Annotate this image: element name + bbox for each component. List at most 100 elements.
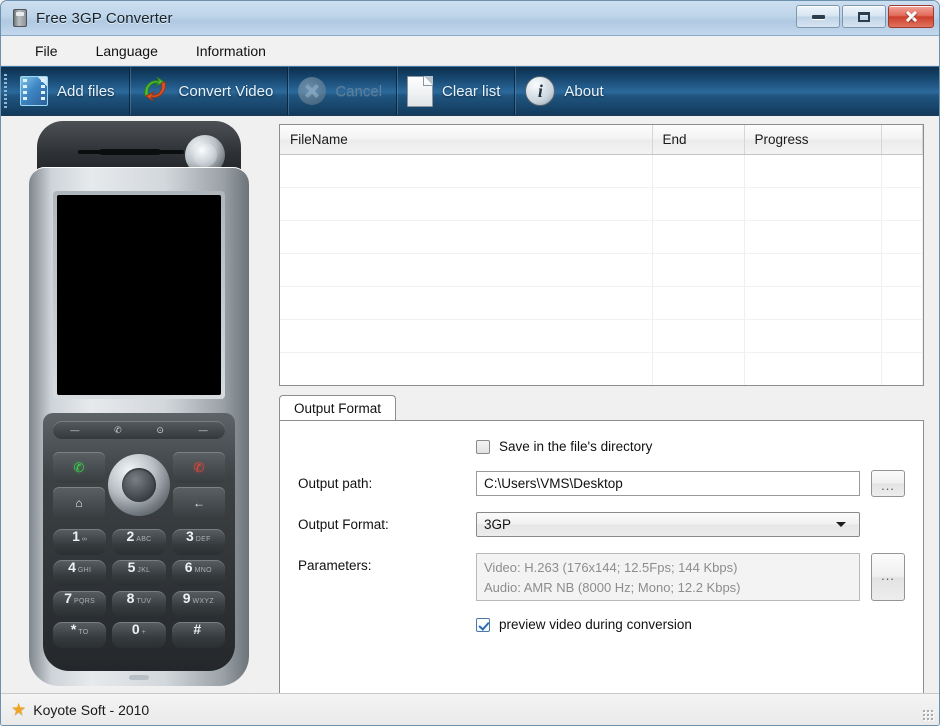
output-format-row: Output Format: 3GP [298,512,860,537]
output-path-input[interactable]: C:\Users\VMS\Desktop [476,471,860,496]
clear-list-button[interactable]: Clear list [397,67,516,115]
star-icon: ★ [11,700,27,719]
preview-video-checkbox[interactable] [476,617,490,632]
call-key: ✆ [53,452,105,483]
num-key: 4 GHI [53,560,107,586]
status-bar: ★ Koyote Soft - 2010 [1,693,939,725]
toolbar: Add files Convert Video Cancel Clear lis… [1,66,939,116]
num-key: 0 + [112,622,166,648]
file-list-body [280,154,923,387]
num-key: 9 WXYZ [171,591,225,617]
chevron-down-icon [836,521,846,527]
menu-bar: File Language Information [1,36,939,66]
maximize-icon [858,11,870,22]
menu-item-file[interactable]: File [21,40,72,62]
output-path-label: Output path: [298,476,373,491]
phone-speaker [99,149,161,155]
file-list[interactable]: FileName End Progress [279,124,924,386]
info-circle-icon: i [525,76,556,106]
blank-page-icon [407,75,434,107]
save-in-file-directory-row: Save in the file's directory [476,421,923,454]
output-format-select[interactable]: 3GP [476,512,860,537]
home-key: ⌂ [53,487,105,518]
table-row[interactable] [280,319,923,353]
window-title: Free 3GP Converter [36,9,173,27]
tab-strip: Output Format [279,394,924,421]
column-header-filename[interactable]: FileName [280,125,653,155]
menu-item-information[interactable]: Information [182,40,280,62]
add-files-button[interactable]: Add files [10,67,130,115]
phone-body: — ✆ ⊙ — ✆ ⌂ ✆ ← 1 ∞ 2 ABC 3 DEF 4 GHI 5 … [29,167,249,686]
file-list-header: FileName End Progress [280,125,923,155]
minimize-icon [811,14,825,19]
save-in-file-directory-checkbox[interactable] [476,439,490,454]
phone-softkey-row: — ✆ ⊙ — [53,421,225,439]
convert-video-button[interactable]: Convert Video [130,67,289,115]
tab-output-format[interactable]: Output Format [279,395,397,421]
phone-screen [57,195,221,395]
about-button[interactable]: i About [515,67,617,115]
softkey-1: — [70,424,80,435]
table-row[interactable] [280,253,923,287]
main-content: — ✆ ⊙ — ✆ ⌂ ✆ ← 1 ∞ 2 ABC 3 DEF 4 GHI 5 … [1,116,939,725]
table-row[interactable] [280,386,923,387]
column-header-extra[interactable] [881,125,923,155]
about-label: About [564,82,604,100]
num-key: 5 JKL [112,560,166,586]
phone-right-keys: ✆ ← [173,452,225,518]
table-row[interactable] [280,220,923,254]
parameters-audio-line: Audio: AMR NB (8000 Hz; Mono; 12.2 Kbps) [484,580,741,595]
clear-list-label: Clear list [442,82,501,100]
phone-icon [13,9,27,27]
menu-item-language[interactable]: Language [82,40,172,62]
table-row[interactable] [280,352,923,385]
preview-row: preview video during conversion [476,601,923,632]
cancel-button: Cancel [288,67,398,115]
phone-preview-pane: — ✆ ⊙ — ✆ ⌂ ✆ ← 1 ∞ 2 ABC 3 DEF 4 GHI 5 … [1,116,269,693]
parameters-label: Parameters: [298,558,372,573]
output-format-section: Output Format Save in the file's directo… [279,394,924,725]
num-key: 1 ∞ [53,529,107,555]
num-key: 6 MNO [171,560,225,586]
output-format-panel: Save in the file's directory Output path… [279,420,924,725]
phone-keypad: — ✆ ⊙ — ✆ ⌂ ✆ ← 1 ∞ 2 ABC 3 DEF 4 GHI 5 … [43,413,235,671]
parameters-video-line: Video: H.263 (176x144; 12.5Fps; 144 Kbps… [484,560,738,575]
back-key: ← [173,487,225,518]
maximize-button[interactable] [842,5,886,28]
cancel-label: Cancel [335,82,383,100]
softkey-2: ✆ [114,424,122,435]
column-header-progress[interactable]: Progress [744,125,882,155]
output-path-row: Output path: C:\Users\VMS\Desktop ... [298,470,905,497]
num-key: # [171,622,225,648]
convert-arrows-icon [140,74,170,109]
status-text: Koyote Soft - 2010 [33,701,150,718]
softkey-3: ⊙ [156,424,164,435]
phone-illustration: — ✆ ⊙ — ✆ ⌂ ✆ ← 1 ∞ 2 ABC 3 DEF 4 GHI 5 … [23,121,255,686]
preview-video-label: preview video during conversion [499,617,692,632]
end-call-key: ✆ [173,452,225,483]
table-row[interactable] [280,187,923,221]
window-controls [796,5,934,28]
parameters-display: Video: H.263 (176x144; 12.5Fps; 144 Kbps… [476,553,860,601]
phone-dpad [108,454,170,516]
minimize-button[interactable] [796,5,840,28]
toolbar-drag-handle[interactable] [1,67,10,115]
table-row[interactable] [280,154,923,188]
save-in-file-directory-label: Save in the file's directory [499,439,653,454]
parameters-row: Parameters: Video: H.263 (176x144; 12.5F… [298,553,905,601]
add-files-label: Add files [57,82,115,100]
output-path-browse-button[interactable]: ... [871,470,905,497]
softkey-4: — [198,424,208,435]
num-key: * TO [53,622,107,648]
close-button[interactable] [888,5,934,28]
num-key: 8 TUV [112,591,166,617]
resize-grip[interactable] [922,709,935,722]
app-window: Free 3GP Converter File Language Informa… [0,0,940,726]
column-header-end[interactable]: End [652,125,745,155]
convert-video-label: Convert Video [178,82,274,100]
title-bar: Free 3GP Converter [1,1,939,36]
parameters-edit-button[interactable]: ... [871,553,905,601]
phone-left-keys: ✆ ⌂ [53,452,105,518]
num-key: 3 DEF [171,529,225,555]
table-row[interactable] [280,286,923,320]
